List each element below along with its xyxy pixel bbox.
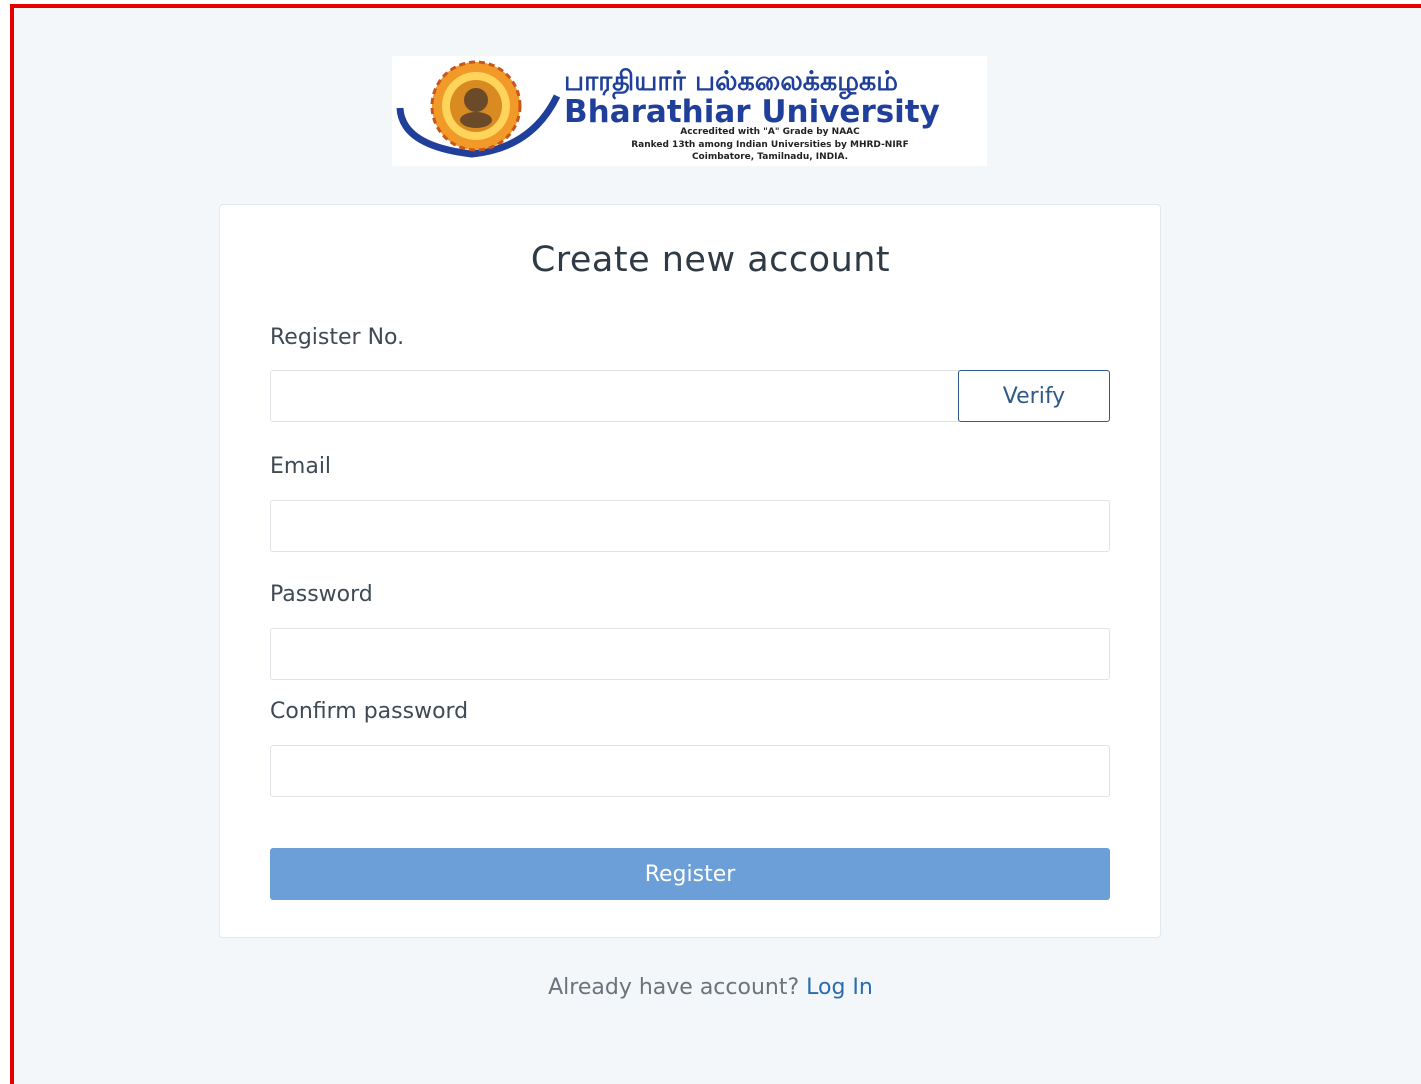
register-button[interactable]: Register [270,848,1110,900]
password-field[interactable] [270,628,1110,680]
register-no-input[interactable] [270,370,959,422]
confirm-password-label: Confirm password [270,699,469,724]
email-label: Email [270,454,332,479]
confirm-password-field[interactable] [270,745,1110,797]
registration-card [219,204,1161,938]
password-label: Password [270,582,373,607]
login-prompt-text: Already have account? [548,975,800,1000]
university-logo: பாரதியார் பல்கலைக்கழகம் Bharathiar Unive… [392,56,987,166]
logo-english-name: Bharathiar University [564,94,940,130]
verify-button[interactable]: Verify [958,370,1110,422]
logo-line-2: Ranked 13th among Indian Universities by… [631,140,909,150]
logo-line-3: Coimbatore, Tamilnadu, INDIA. [692,152,848,162]
email-field[interactable] [270,500,1110,552]
login-prompt: Already have account? Log In [0,975,1421,1000]
emblem-icon [396,60,561,158]
page-title: Create new account [530,240,891,280]
register-no-label: Register No. [270,325,405,350]
logo-line-1: Accredited with "A" Grade by NAAC [680,127,860,137]
login-link[interactable]: Log In [806,975,873,1000]
